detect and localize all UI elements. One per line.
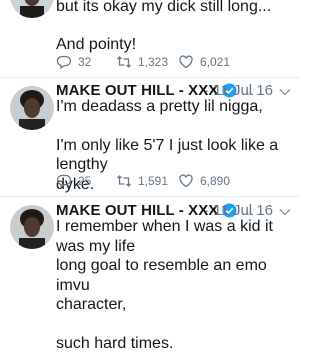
like-icon [178,54,194,70]
tweet-3[interactable]: MAKE OUT HILL - XXX ... · 11 Jul 16 I re… [0,197,300,300]
retweet-icon [116,173,132,189]
retweet-button[interactable]: 1,323 [116,54,168,70]
tweet-actions: 25 1,591 6,890 [56,173,296,189]
avatar[interactable] [10,86,54,130]
like-count: 6,890 [200,174,230,188]
tweet-text-line: character, [56,295,292,315]
like-button[interactable]: 6,890 [178,173,230,189]
display-name[interactable]: MAKE OUT HILL - XXX [56,82,218,99]
chevron-down-icon[interactable] [279,208,291,216]
tweet-text: but its okay my dick still long... And p… [56,0,292,54]
chevron-down-icon[interactable] [279,88,291,96]
retweet-icon [116,54,132,70]
like-icon [178,173,194,189]
tweet-text: I remember when I was a kid it was my li… [56,217,292,353]
tweet-text-line: long goal to resemble an emo imvu [56,256,292,295]
retweet-count: 1,323 [138,55,168,69]
display-name[interactable]: MAKE OUT HILL - XXX [56,202,218,219]
retweet-count: 1,591 [138,174,168,188]
like-count: 6,021 [200,55,230,69]
tweet-text-line: such hard times. [56,334,292,353]
reply-button[interactable]: 32 [56,54,91,70]
reply-button[interactable]: 25 [56,173,91,189]
tweet-text-line: I'm deadass a pretty lil nigga, [56,97,292,117]
tweet-text-line: but its okay my dick still long... [56,0,292,17]
reply-icon [56,54,72,70]
tweet-2[interactable]: MAKE OUT HILL - XXX ... · 11 Jul 16 I'm … [0,78,300,196]
tweet-1[interactable]: but its okay my dick still long... And p… [0,0,300,78]
retweet-button[interactable]: 1,591 [116,173,168,189]
reply-count: 32 [78,55,91,69]
tweet-text-line: And pointy! [56,35,292,55]
avatar[interactable] [10,205,54,249]
reply-icon [56,173,72,189]
tweet-text-line: I'm only like 5'7 I just look like a len… [56,136,292,175]
like-button[interactable]: 6,021 [178,54,230,70]
reply-count: 25 [78,174,91,188]
avatar[interactable] [10,0,54,18]
tweet-text-line: I remember when I was a kid it was my li… [56,217,292,256]
tweet-actions: 32 1,323 6,021 [56,54,296,70]
